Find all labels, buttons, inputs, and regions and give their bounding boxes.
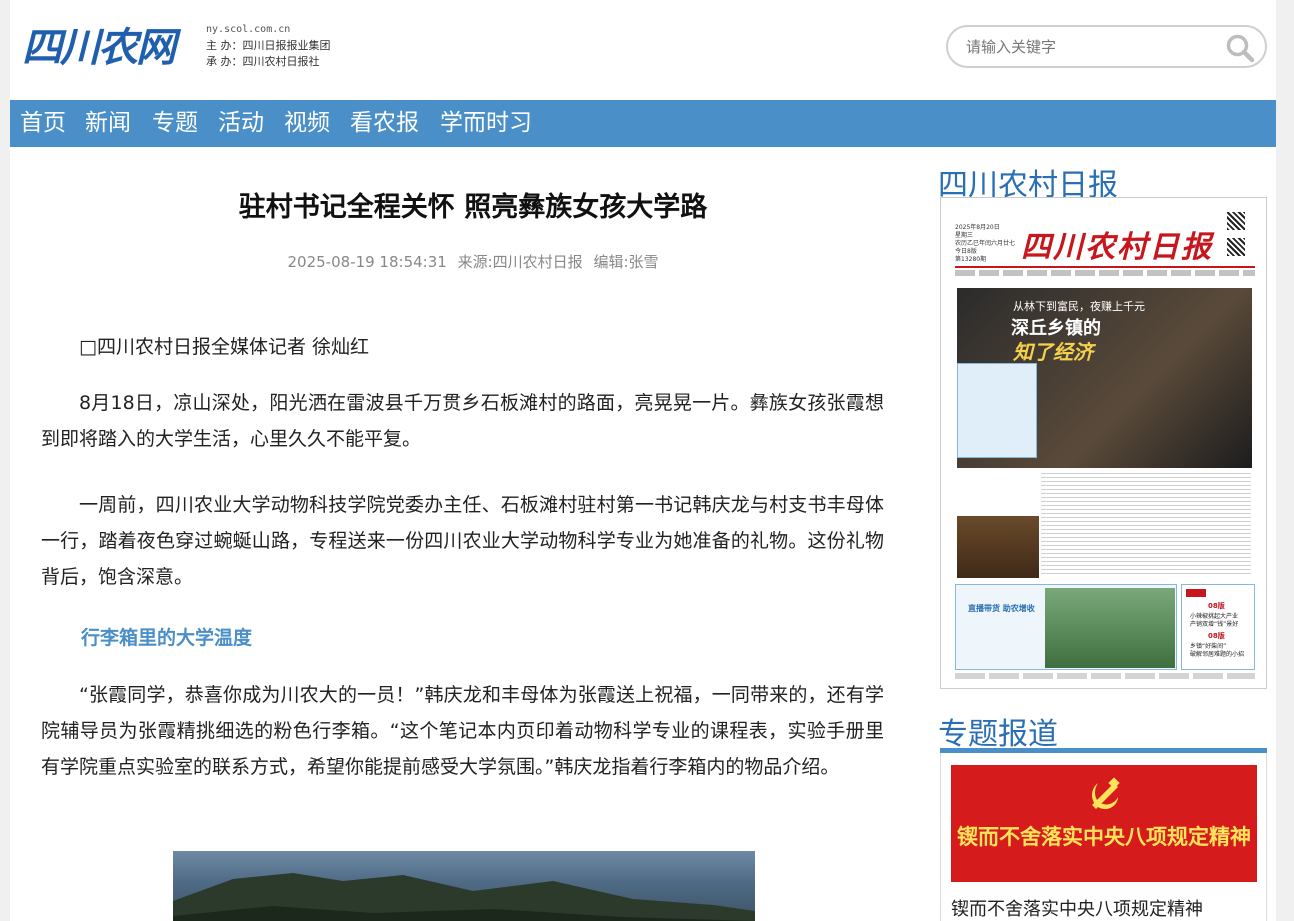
nav-item-events[interactable]: 活动 <box>218 100 264 147</box>
index-page: 08版 <box>1208 632 1225 640</box>
article: 驻村书记全程关怀 照亮彝族女孩大学路 2025-08-19 18:54:31 来… <box>10 147 920 921</box>
newspaper-index: 08版 小辣椒挑起大产业 产销双增“钱”景好 08版 乡镇“好柴间” 破解邻居难… <box>1181 584 1255 670</box>
mountain-photo <box>173 873 755 921</box>
banner-caption[interactable]: 锲而不舍落实中央八项规定精神 <box>951 895 1203 921</box>
site-header: 四川农网 ny.scol.com.cn 主 办：四川日报报业集团 承 办：四川农… <box>10 0 1276 100</box>
newspaper-issue: 第13280期 <box>955 256 987 263</box>
host-label: 主 办： <box>206 39 243 52</box>
article-subheading: 行李箱里的大学温度 <box>81 627 253 649</box>
newspaper-photo-wood <box>957 516 1039 578</box>
search-input[interactable] <box>966 36 1216 58</box>
newspaper-box-title: 直播带货 助农增收 <box>968 604 1035 613</box>
article-photo <box>173 851 755 921</box>
special-heading[interactable]: 专题报道 <box>938 709 1058 753</box>
newspaper-weekday: 星期三 <box>955 232 974 239</box>
nav-item-study[interactable]: 学而时习 <box>440 100 532 147</box>
newspaper-date: 2025年8月20日 <box>955 224 1000 231</box>
nav-item-newspaper[interactable]: 看农报 <box>350 100 419 147</box>
logo-text: 四川农网 <box>22 24 176 71</box>
cover-highlight: 知了经济 <box>1013 340 1093 364</box>
newspaper-lunar: 农历乙巳年闰六月廿七 <box>955 240 1016 247</box>
editor-label: 编辑: <box>593 253 629 271</box>
index-line: 产销双增“钱”景好 <box>1190 621 1239 628</box>
index-line: 破解邻居难题的小招 <box>1190 651 1245 658</box>
newspaper-masthead: 2025年8月20日 星期三 农历乙巳年闰六月廿七 今日8版 第13280期 四… <box>955 208 1255 266</box>
article-source: 四川农村日报 <box>492 253 583 271</box>
search-box <box>946 25 1267 68</box>
newspaper-text-columns <box>1041 470 1251 574</box>
article-editor: 张雪 <box>628 253 659 271</box>
special-banner[interactable]: 锲而不舍落实中央八项规定精神 <box>951 765 1257 882</box>
index-tag <box>1186 589 1206 597</box>
source-label: 来源: <box>457 253 493 271</box>
site-url: ny.scol.com.cn <box>206 24 291 35</box>
newspaper-photo-livestream <box>1045 588 1175 668</box>
organizer-line: 承 办：四川农村日报社 <box>206 54 331 70</box>
article-paragraph: 8月18日，凉山深处，阳光洒在雷波县千万贯乡石板滩村的路面，亮晃晃一片。彝族女孩… <box>41 392 884 450</box>
page: 四川农网 ny.scol.com.cn 主 办：四川日报报业集团 承 办：四川农… <box>10 0 1276 921</box>
newspaper-info-strip <box>955 270 1255 276</box>
newspaper-rule <box>955 266 1255 268</box>
site-logo[interactable]: 四川农网 <box>22 24 197 72</box>
newspaper-pages: 今日8版 <box>955 248 977 255</box>
organizer-label: 承 办： <box>206 55 243 68</box>
site-info: ny.scol.com.cn 主 办：四川日报报业集团 承 办：四川农村日报社 <box>206 22 331 70</box>
article-datetime: 2025-08-19 18:54:31 <box>287 253 447 271</box>
newspaper-title: 四川农村日报 <box>1021 230 1213 265</box>
party-emblem-icon <box>1092 777 1120 810</box>
newspaper-dateline: 2025年8月20日 星期三 农历乙巳年闰六月廿七 今日8版 第13280期 <box>955 224 1015 264</box>
host-line: 主 办：四川日报报业集团 <box>206 38 331 54</box>
nav-item-video[interactable]: 视频 <box>284 100 330 147</box>
article-paragraph: 一周前，四川农业大学动物科技学院党委办主任、石板滩村驻村第一书记韩庆龙与村支书丰… <box>41 494 884 588</box>
qr-code-icon <box>1227 238 1245 256</box>
search-button[interactable] <box>1225 33 1255 63</box>
article-byline: □四川农村日报全媒体记者 徐灿红 <box>79 336 369 358</box>
main-nav: 首页 新闻 专题 活动 视频 看农报 学而时习 <box>10 100 1276 147</box>
special-report-box: 锲而不舍落实中央八项规定精神 锲而不舍落实中央八项规定精神 <box>940 753 1267 921</box>
banner-text: 锲而不舍落实中央八项规定精神 <box>957 824 1251 849</box>
nav-item-news[interactable]: 新闻 <box>85 100 131 147</box>
host-name: 四川日报报业集团 <box>242 39 331 52</box>
qr-code-icon <box>1227 212 1245 230</box>
index-page: 08版 <box>1208 602 1225 610</box>
organizer-name: 四川农村日报社 <box>242 55 320 68</box>
newspaper-thumbnail[interactable]: 2025年8月20日 星期三 农历乙巳年闰六月廿七 今日8版 第13280期 四… <box>940 197 1267 689</box>
nav-item-topics[interactable]: 专题 <box>152 100 198 147</box>
article-title: 驻村书记全程关怀 照亮彝族女孩大学路 <box>238 192 708 223</box>
newspaper-footer <box>955 673 1255 679</box>
nav-item-home[interactable]: 首页 <box>20 100 66 147</box>
search-icon <box>1226 34 1255 63</box>
article-meta: 2025-08-19 18:54:31 来源:四川农村日报 编辑:张雪 <box>10 251 936 272</box>
article-paragraph: “张霞同学，恭喜你成为川农大的一员！”韩庆龙和丰母体为张霞送上祝福，一同带来的，… <box>41 684 884 778</box>
cover-kicker: 从林下到富民，夜赚上千元 <box>1013 300 1145 313</box>
newspaper-sidebar-column <box>957 363 1037 458</box>
